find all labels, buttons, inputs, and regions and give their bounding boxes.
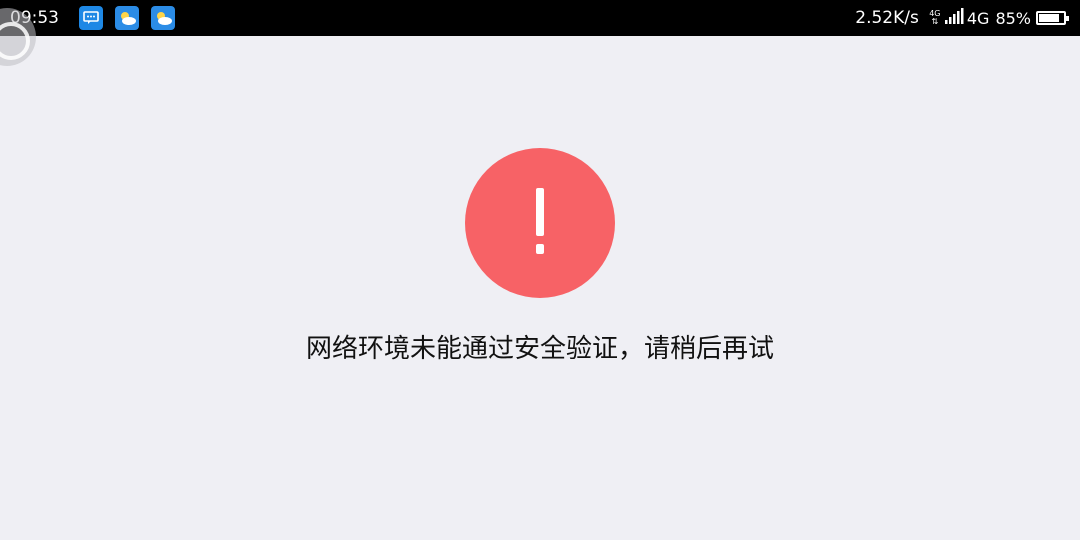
error-message: 网络环境未能通过安全验证，请稍后再试	[305, 334, 774, 364]
network-speed: 2.52K/s	[855, 8, 919, 28]
weather-icon	[151, 6, 175, 30]
network-type: 4G	[966, 8, 990, 28]
status-bar-right: 2.52K/s 4G ⇅ 4G 85%	[855, 8, 1069, 28]
error-alert-icon	[465, 148, 615, 298]
message-icon	[79, 6, 103, 30]
weather-icon	[115, 6, 139, 30]
status-bar-left: 09:53	[10, 6, 175, 30]
status-bar: 09:53 2.52K/s 4G ⇅ 4G 85%	[0, 0, 1080, 36]
battery-icon	[1036, 11, 1069, 25]
data-activity-indicator: 4G ⇅	[929, 9, 941, 26]
battery-percent: 85%	[995, 8, 1031, 28]
signal-icon	[944, 8, 965, 28]
exclamation-icon	[536, 188, 544, 254]
battery-fill	[1039, 14, 1060, 22]
network-type-small: 4G	[929, 9, 941, 18]
